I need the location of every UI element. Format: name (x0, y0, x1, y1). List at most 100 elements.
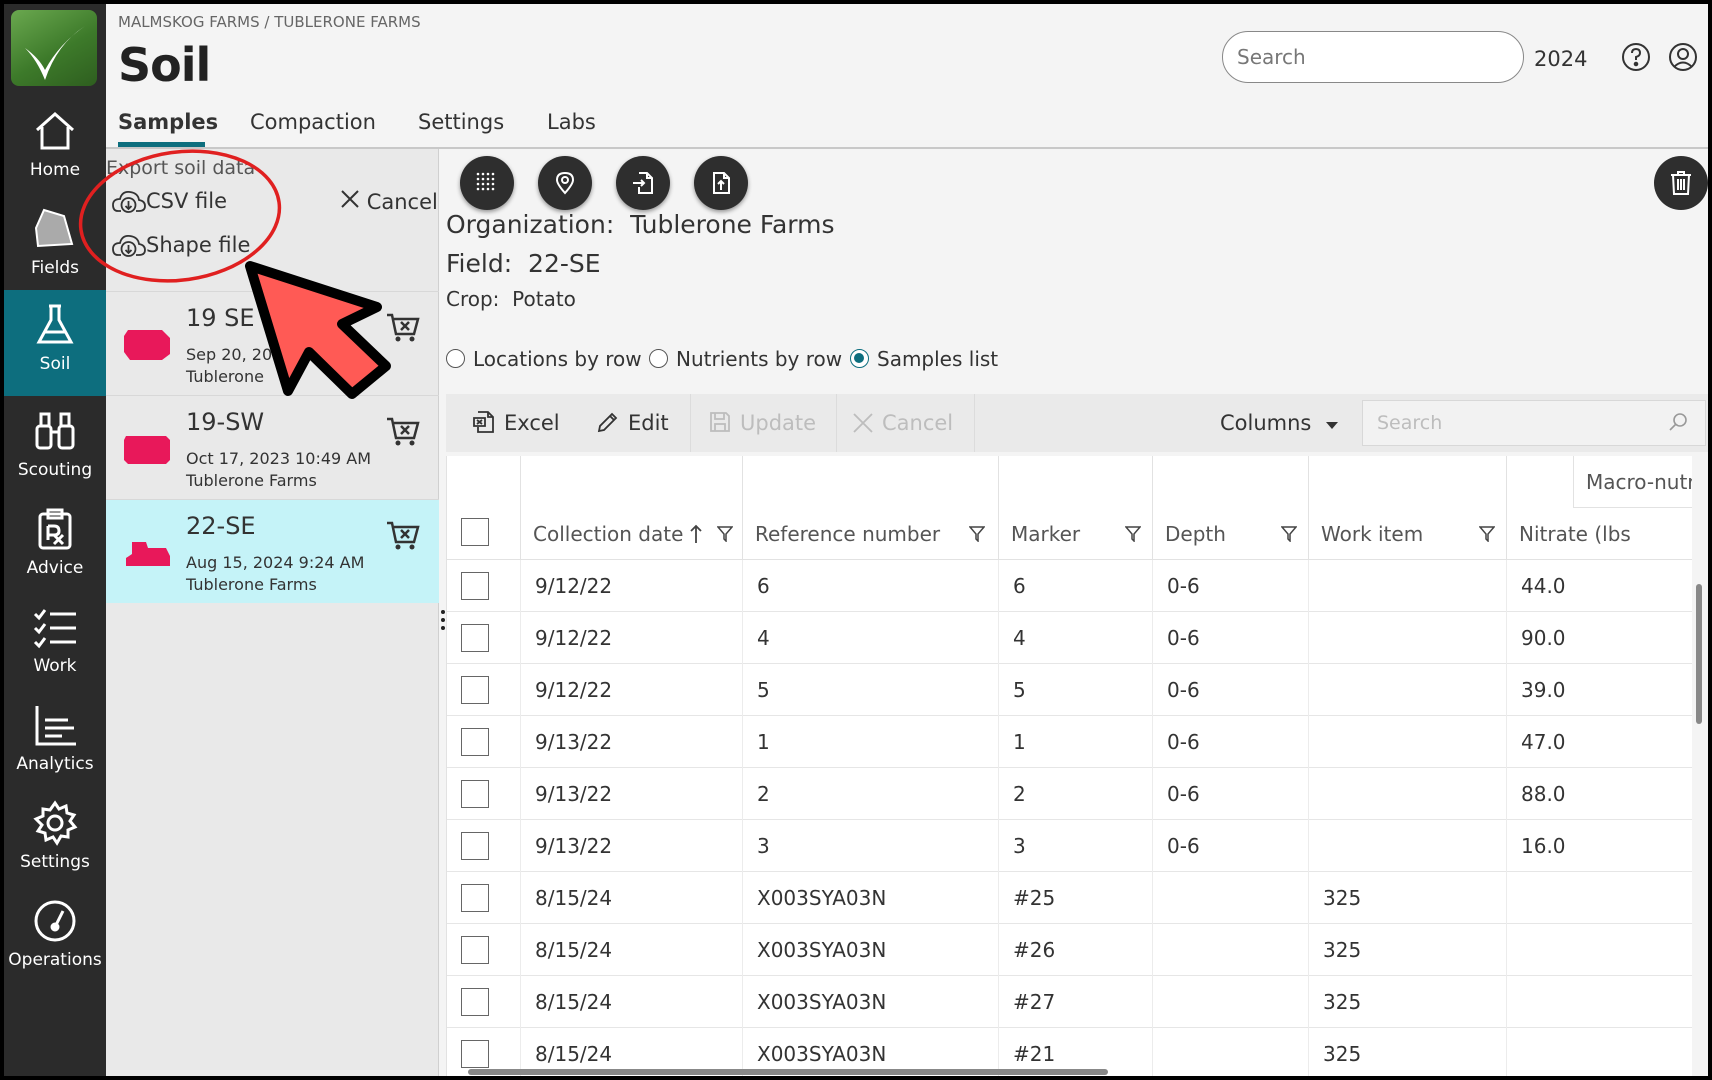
table-row[interactable]: 9/12/22 6 6 0-6 44.0 (447, 560, 1692, 612)
col-header-reference-number[interactable]: Reference number (743, 456, 999, 560)
field-card-22-se[interactable]: 22-SE Aug 15, 2024 9:24 AM Tublerone Far… (106, 499, 439, 603)
nav-home[interactable]: Home (4, 96, 106, 202)
table-cell[interactable]: 9/12/22 (521, 664, 743, 716)
nav-scouting[interactable]: Scouting (4, 396, 106, 502)
table-cell[interactable]: 9/13/22 (521, 820, 743, 872)
filter-icon[interactable] (1125, 526, 1141, 542)
table-row[interactable]: 9/13/22 3 3 0-6 16.0 (447, 820, 1692, 872)
search-icon[interactable] (1668, 412, 1688, 432)
table-cell[interactable]: X003SYA03N (743, 924, 999, 976)
table-cell[interactable]: X003SYA03N (743, 872, 999, 924)
year-selector[interactable]: 2024 (1534, 47, 1587, 71)
table-cell[interactable]: 6 (999, 560, 1153, 612)
table-cell[interactable]: 6 (743, 560, 999, 612)
cancel-export-button[interactable]: Cancel (340, 189, 438, 214)
table-cell[interactable]: #25 (999, 872, 1153, 924)
vertical-scrollbar[interactable] (1694, 564, 1704, 1074)
table-cell[interactable]: 44.0 (1507, 560, 1692, 612)
row-checkbox[interactable] (461, 936, 489, 964)
table-cell[interactable] (1507, 976, 1692, 1028)
table-cell[interactable]: 8/15/24 (521, 872, 743, 924)
table-cell[interactable]: 0-6 (1153, 664, 1309, 716)
filter-icon[interactable] (969, 526, 985, 542)
col-header-work-item[interactable]: Work item (1309, 456, 1507, 560)
table-cell[interactable]: 0-6 (1153, 768, 1309, 820)
col-header-collection-date[interactable]: Collection date (521, 456, 743, 560)
nav-soil[interactable]: Soil (4, 290, 106, 396)
row-checkbox[interactable] (461, 780, 489, 808)
table-cell[interactable]: 9/12/22 (521, 560, 743, 612)
table-cell[interactable] (1153, 976, 1309, 1028)
cart-icon[interactable] (386, 312, 420, 344)
select-all-checkbox[interactable] (461, 518, 489, 546)
col-header-marker[interactable]: Marker (999, 456, 1153, 560)
table-cell[interactable] (1153, 924, 1309, 976)
tab-samples[interactable]: Samples (118, 110, 218, 134)
table-cell[interactable]: 0-6 (1153, 716, 1309, 768)
filter-icon[interactable] (1479, 526, 1495, 542)
scroll-thumb[interactable] (1696, 584, 1702, 724)
table-cell[interactable]: 1 (999, 716, 1153, 768)
col-header-depth[interactable]: Depth (1153, 456, 1309, 560)
nav-work[interactable]: Work (4, 592, 106, 698)
row-checkbox[interactable] (461, 1040, 489, 1068)
table-cell[interactable]: X003SYA03N (743, 976, 999, 1028)
delete-button[interactable] (1654, 156, 1708, 210)
import-button[interactable] (616, 156, 670, 210)
nav-analytics[interactable]: Analytics (4, 690, 106, 796)
user-icon[interactable] (1668, 42, 1698, 72)
table-cell[interactable]: 9/12/22 (521, 612, 743, 664)
filter-icon[interactable] (717, 526, 733, 542)
horizontal-scrollbar[interactable] (448, 1066, 1692, 1076)
app-logo[interactable] (11, 10, 97, 86)
table-cell[interactable]: 88.0 (1507, 768, 1692, 820)
cart-icon[interactable] (386, 416, 420, 448)
table-cell[interactable] (1507, 924, 1692, 976)
table-row[interactable]: 8/15/24 X003SYA03N #27 325 (447, 976, 1692, 1028)
table-row[interactable]: 9/12/22 5 5 0-6 39.0 (447, 664, 1692, 716)
table-cell[interactable]: 39.0 (1507, 664, 1692, 716)
cart-icon[interactable] (386, 520, 420, 552)
table-cell[interactable]: 16.0 (1507, 820, 1692, 872)
table-cell[interactable]: 5 (743, 664, 999, 716)
row-checkbox[interactable] (461, 988, 489, 1016)
table-cell[interactable]: 0-6 (1153, 820, 1309, 872)
row-checkbox[interactable] (461, 728, 489, 756)
breadcrumb[interactable]: MALMSKOG FARMS / TUBLERONE FARMS (118, 13, 421, 31)
radio-locations-by-row[interactable]: Locations by row (446, 347, 642, 371)
row-checkbox[interactable] (461, 676, 489, 704)
table-cell[interactable]: 4 (743, 612, 999, 664)
columns-dropdown[interactable]: Columns (1220, 394, 1339, 452)
table-cell[interactable]: 2 (999, 768, 1153, 820)
nav-fields[interactable]: Fields (4, 194, 106, 300)
scroll-thumb[interactable] (468, 1069, 1108, 1075)
table-cell[interactable] (1153, 872, 1309, 924)
grid-cancel-button[interactable]: Cancel (852, 394, 953, 452)
table-cell[interactable] (1309, 820, 1507, 872)
tab-compaction[interactable]: Compaction (250, 110, 376, 134)
table-cell[interactable] (1309, 612, 1507, 664)
table-cell[interactable]: 9/13/22 (521, 768, 743, 820)
table-cell[interactable]: 1 (743, 716, 999, 768)
nav-advice[interactable]: Advice (4, 494, 106, 600)
table-cell[interactable]: 5 (999, 664, 1153, 716)
table-row[interactable]: 8/15/24 X003SYA03N #25 325 (447, 872, 1692, 924)
search-input[interactable] (1222, 31, 1524, 83)
export-button[interactable] (694, 156, 748, 210)
nav-settings[interactable]: Settings (4, 788, 106, 894)
table-cell[interactable]: 2 (743, 768, 999, 820)
table-cell[interactable]: 325 (1309, 872, 1507, 924)
table-row[interactable]: 9/12/22 4 4 0-6 90.0 (447, 612, 1692, 664)
export-csv-button[interactable]: CSV file (112, 189, 227, 215)
table-cell[interactable]: 8/15/24 (521, 976, 743, 1028)
table-cell[interactable]: #26 (999, 924, 1153, 976)
field-card-19-sw[interactable]: 19-SW Oct 17, 2023 10:49 AM Tublerone Fa… (106, 395, 439, 499)
table-cell[interactable]: 8/15/24 (521, 924, 743, 976)
grid-search-input[interactable] (1362, 400, 1706, 446)
row-checkbox[interactable] (461, 572, 489, 600)
excel-button[interactable]: Excel (472, 394, 560, 452)
field-card-19-se[interactable]: 19 SE Sep 20, 20 Tublerone (106, 291, 439, 395)
table-cell[interactable]: 3 (999, 820, 1153, 872)
table-cell[interactable]: 0-6 (1153, 612, 1309, 664)
table-cell[interactable] (1309, 560, 1507, 612)
